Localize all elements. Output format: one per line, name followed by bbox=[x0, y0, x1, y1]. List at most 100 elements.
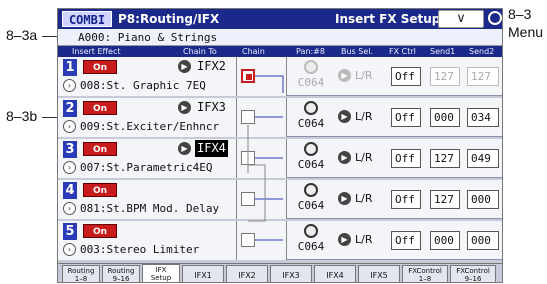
ifx-on-button[interactable]: On bbox=[83, 224, 117, 238]
column-header: Insert Effect Chain To Chain Pan:#8 Bus … bbox=[58, 46, 502, 57]
tab-ifx-setup[interactable]: IFX Setup bbox=[142, 264, 180, 282]
chain-routing-lines bbox=[247, 75, 284, 241]
bus-popup-icon: ▶ bbox=[338, 233, 351, 246]
callout-menu: Menu bbox=[508, 24, 544, 40]
pan-control[interactable]: C064 bbox=[289, 180, 333, 219]
pan-knob-icon bbox=[304, 183, 318, 197]
insert-effect-cell: 5 On › 003:Stereo Limiter bbox=[58, 221, 237, 260]
mode-badge: COMBI bbox=[62, 11, 112, 27]
col-send1: Send1 bbox=[430, 47, 456, 56]
effect-popup-icon[interactable]: › bbox=[63, 161, 76, 174]
bus-select[interactable]: ▶ L/R bbox=[338, 67, 388, 85]
bus-value: L/R bbox=[355, 110, 373, 123]
tab-bar: Routing 1–8 Routing 9–16 IFX Setup IFX1 IFX… bbox=[58, 263, 502, 282]
tab-ifx1[interactable]: IFX1 bbox=[182, 265, 224, 282]
send1-field[interactable]: 127 bbox=[430, 149, 460, 168]
device-screen: COMBI P8:Routing/IFX Insert FX Setup ∨ A… bbox=[57, 8, 503, 283]
ifx-on-button[interactable]: On bbox=[83, 183, 117, 197]
chain-to-value[interactable]: IFX2 bbox=[195, 58, 228, 75]
col-bus-sel: Bus Sel. bbox=[341, 47, 374, 56]
chain-to-popup-icon[interactable]: ▶ bbox=[178, 142, 191, 155]
chain-to-value[interactable]: IFX3 bbox=[195, 99, 228, 116]
col-pan: Pan:#8 bbox=[296, 47, 325, 56]
pan-value: C064 bbox=[297, 158, 325, 171]
page-menu-button[interactable]: ∨ bbox=[438, 10, 484, 28]
effect-name[interactable]: 009:St.Exciter/Enhncr bbox=[80, 118, 219, 135]
tab-routing-9-16[interactable]: Routing 9–16 bbox=[102, 265, 140, 282]
bus-select[interactable]: ▶ L/R bbox=[338, 108, 388, 126]
effect-popup-icon[interactable]: › bbox=[63, 202, 76, 215]
effect-name[interactable]: 081:St.BPM Mod. Delay bbox=[80, 200, 219, 217]
tab-fxcontrol-1-8[interactable]: FXControl 1–8 bbox=[402, 265, 448, 282]
pan-knob-icon bbox=[304, 60, 318, 74]
fx-ctrl-field[interactable]: Off bbox=[391, 190, 421, 209]
bus-select[interactable]: ▶ L/R bbox=[338, 190, 388, 208]
effect-popup-icon[interactable]: › bbox=[63, 243, 76, 256]
bus-value: L/R bbox=[355, 69, 373, 82]
insert-effect-cell: 2 On ▶ IFX3 › 009:St.Exciter/Enhncr bbox=[58, 98, 237, 137]
pan-value: C064 bbox=[297, 76, 325, 89]
bus-value: L/R bbox=[355, 233, 373, 246]
fx-ctrl-field[interactable]: Off bbox=[391, 149, 421, 168]
pan-control[interactable]: C064 bbox=[289, 57, 333, 96]
callout-8-3: 8–3 bbox=[508, 6, 532, 22]
pan-value: C064 bbox=[297, 199, 325, 212]
bus-select[interactable]: ▶ L/R bbox=[338, 149, 388, 167]
bus-select[interactable]: ▶ L/R bbox=[338, 231, 388, 249]
slot-number: 5 bbox=[63, 223, 77, 240]
pan-knob-icon bbox=[304, 101, 318, 115]
send2-field[interactable]: 000 bbox=[467, 231, 499, 250]
tab-ifx5[interactable]: IFX5 bbox=[358, 265, 400, 282]
tab-fxcontrol-9-16[interactable]: FXControl 9–16 bbox=[450, 265, 496, 282]
callout-8-3a: 8–3a bbox=[6, 27, 38, 43]
slot-number: 1 bbox=[63, 59, 77, 76]
send1-field[interactable]: 127 bbox=[430, 67, 460, 86]
send1-field[interactable]: 000 bbox=[430, 231, 460, 250]
bus-popup-icon: ▶ bbox=[338, 151, 351, 164]
pan-control[interactable]: C064 bbox=[289, 221, 333, 260]
slot-number: 2 bbox=[63, 100, 77, 117]
bus-popup-icon: ▶ bbox=[338, 69, 351, 82]
tab-routing-1-8[interactable]: Routing 1–8 bbox=[62, 265, 100, 282]
send2-field[interactable]: 034 bbox=[467, 108, 499, 127]
slot-number: 4 bbox=[63, 182, 77, 199]
pan-control[interactable]: C064 bbox=[289, 139, 333, 178]
send1-field[interactable]: 000 bbox=[430, 108, 460, 127]
send2-field[interactable]: 049 bbox=[467, 149, 499, 168]
fx-ctrl-field[interactable]: Off bbox=[391, 67, 421, 86]
effect-name[interactable]: 008:St. Graphic 7EQ bbox=[80, 77, 206, 94]
ifx-on-button[interactable]: On bbox=[83, 101, 117, 115]
bus-value: L/R bbox=[355, 192, 373, 205]
bus-popup-icon: ▶ bbox=[338, 192, 351, 205]
tab-ifx3[interactable]: IFX3 bbox=[270, 265, 312, 282]
send1-field[interactable]: 127 bbox=[430, 190, 460, 209]
page-title: P8:Routing/IFX bbox=[118, 12, 220, 26]
effect-name[interactable]: 003:Stereo Limiter bbox=[80, 241, 199, 258]
effect-popup-icon[interactable]: › bbox=[63, 120, 76, 133]
chain-to-popup-icon[interactable]: ▶ bbox=[178, 60, 191, 73]
insert-effect-cell: 3 On ▶ IFX4 › 007:St.Parametric4EQ bbox=[58, 139, 237, 178]
insert-effect-cell: 4 On › 081:St.BPM Mod. Delay bbox=[58, 180, 237, 219]
send2-field[interactable]: 000 bbox=[467, 190, 499, 209]
col-chain-to: Chain To bbox=[183, 47, 217, 56]
tab-ifx4[interactable]: IFX4 bbox=[314, 265, 356, 282]
bus-popup-icon: ▶ bbox=[338, 110, 351, 123]
ifx-on-button[interactable]: On bbox=[83, 142, 117, 156]
effect-name[interactable]: 007:St.Parametric4EQ bbox=[80, 159, 212, 176]
slot-number: 3 bbox=[63, 141, 77, 158]
chain-to-value[interactable]: IFX4 bbox=[195, 140, 228, 157]
callout-8-3b: 8–3b bbox=[6, 108, 38, 124]
pan-control[interactable]: C064 bbox=[289, 98, 333, 137]
pan-value: C064 bbox=[297, 240, 325, 253]
program-select[interactable]: A000: Piano & Strings bbox=[58, 29, 502, 46]
col-insert-effect: Insert Effect bbox=[72, 47, 121, 56]
value-knob-icon bbox=[488, 11, 502, 25]
col-send2: Send2 bbox=[469, 47, 495, 56]
chain-to-popup-icon[interactable]: ▶ bbox=[178, 101, 191, 114]
send2-field[interactable]: 127 bbox=[467, 67, 499, 86]
fx-ctrl-field[interactable]: Off bbox=[391, 108, 421, 127]
ifx-on-button[interactable]: On bbox=[83, 60, 117, 74]
fx-ctrl-field[interactable]: Off bbox=[391, 231, 421, 250]
tab-ifx2[interactable]: IFX2 bbox=[226, 265, 268, 282]
effect-popup-icon[interactable]: › bbox=[63, 79, 76, 92]
